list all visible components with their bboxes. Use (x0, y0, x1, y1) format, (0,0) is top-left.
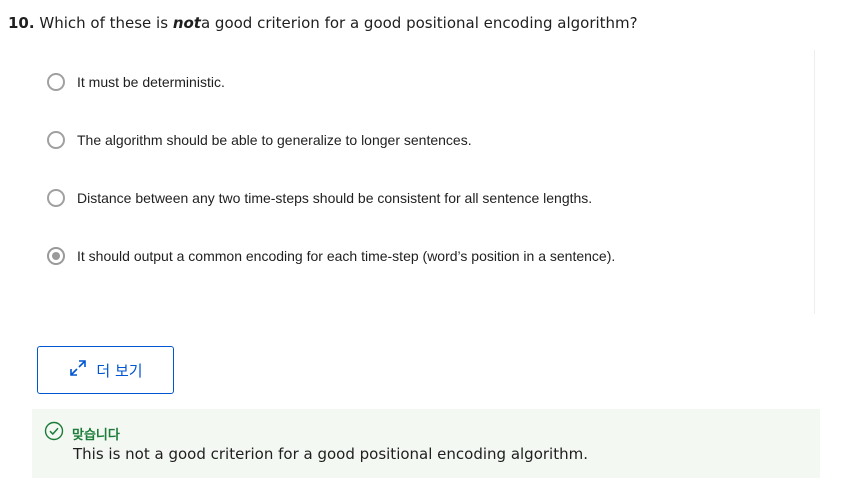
feedback-header: 맞습니다 (44, 421, 120, 446)
radio-button-selected[interactable] (47, 247, 65, 265)
option-label: It should output a common encoding for e… (77, 248, 616, 264)
more-button-label: 더 보기 (96, 361, 143, 380)
feedback-message: This is not a good criterion for a good … (73, 445, 588, 463)
check-circle-icon (44, 421, 64, 446)
question-number: 10. (8, 14, 35, 32)
expand-icon (68, 358, 88, 383)
option-label: It must be deterministic. (77, 74, 225, 90)
question-text-after: a good criterion for a good positional e… (200, 14, 638, 32)
radio-button[interactable] (47, 189, 65, 207)
question-emphasis: not (172, 14, 201, 32)
option-3[interactable]: Distance between any two time-steps shou… (47, 188, 592, 208)
option-2[interactable]: The algorithm should be able to generali… (47, 130, 472, 150)
option-1[interactable]: It must be deterministic. (47, 72, 225, 92)
option-label: Distance between any two time-steps shou… (77, 190, 593, 206)
option-4[interactable]: It should output a common encoding for e… (47, 246, 615, 266)
feedback-status: 맞습니다 (72, 428, 120, 443)
option-label: The algorithm should be able to generali… (77, 132, 472, 148)
question-text-before: Which of these is (39, 14, 169, 32)
radio-button[interactable] (47, 131, 65, 149)
more-button[interactable]: 더 보기 (37, 346, 174, 394)
feedback-panel: 맞습니다 This is not a good criterion for a … (32, 409, 820, 478)
divider (814, 50, 815, 314)
radio-button[interactable] (47, 73, 65, 91)
question-text: 10. Which of these is nota good criterio… (8, 12, 638, 34)
